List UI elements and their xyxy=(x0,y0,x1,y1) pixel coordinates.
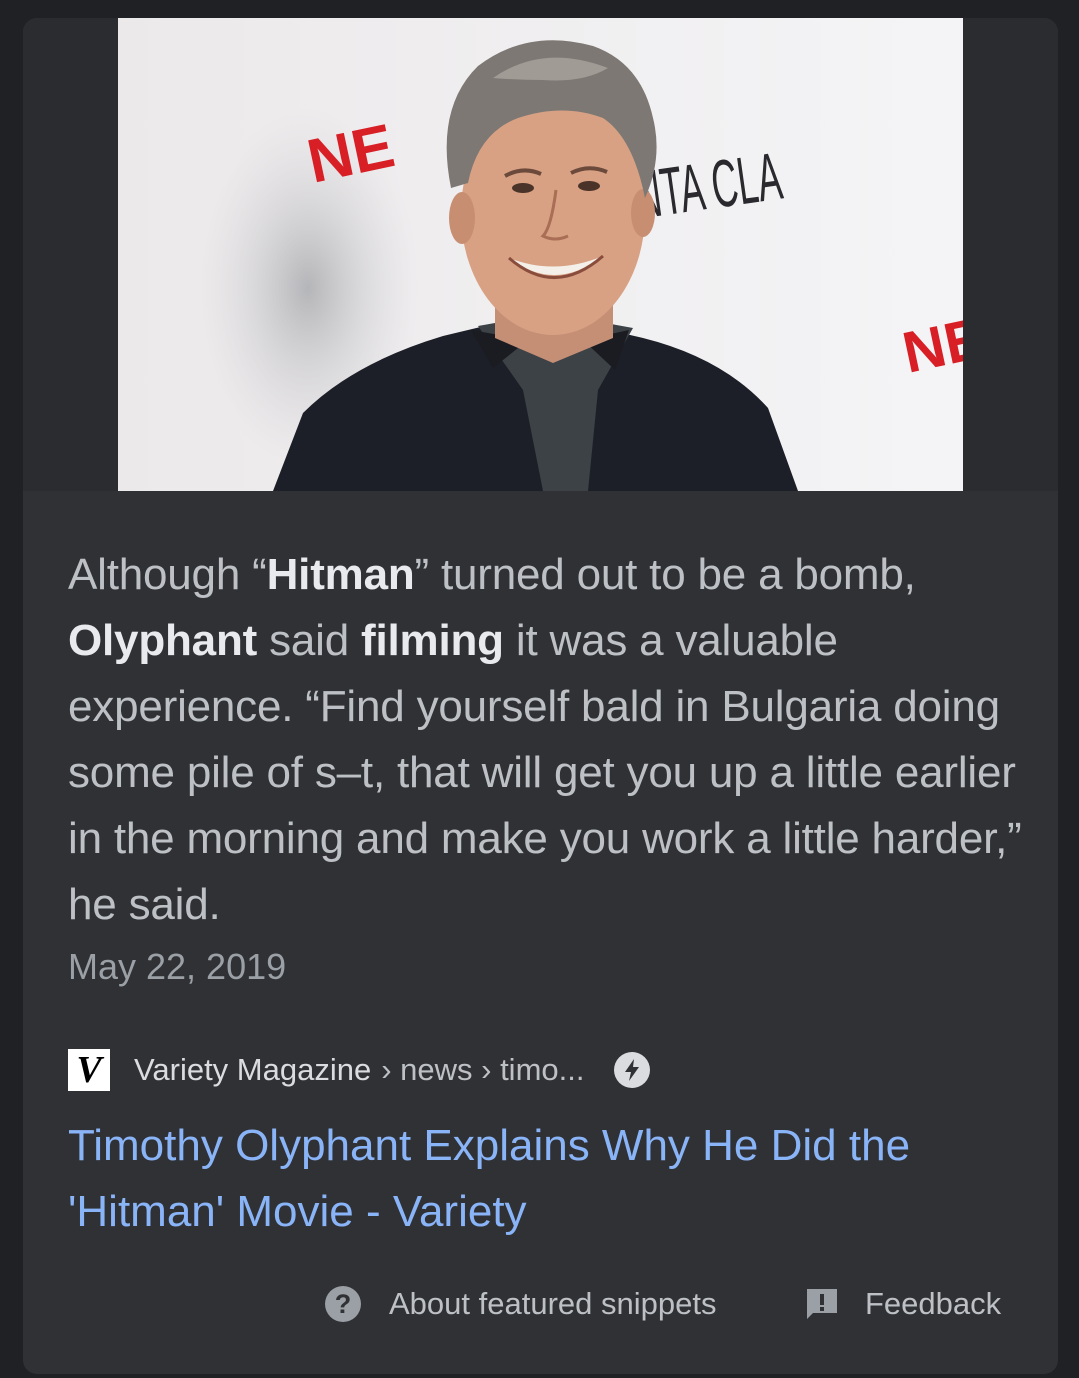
featured-photo[interactable]: NE SANTA CLA NE SA xyxy=(23,18,1058,491)
about-featured-snippets-button[interactable]: ? About featured snippets xyxy=(325,1286,716,1322)
source-site-name[interactable]: Variety Magazine xyxy=(134,1052,371,1088)
variety-favicon-icon: V xyxy=(68,1049,110,1091)
about-featured-snippets-label: About featured snippets xyxy=(389,1286,717,1321)
feedback-button[interactable]: Feedback xyxy=(805,1286,1001,1322)
snippet-highlight-hitman: Hitman xyxy=(266,550,415,599)
featured-snippet-card: NE SANTA CLA NE SA Although “Hitman” t xyxy=(23,18,1058,1374)
photo-illustration: NE SANTA CLA NE SA xyxy=(23,18,1058,491)
help-icon: ? xyxy=(325,1286,361,1322)
lightning-icon xyxy=(614,1052,651,1088)
snippet-text-part-1: Although “ xyxy=(68,550,267,599)
feedback-label: Feedback xyxy=(865,1286,1002,1321)
snippet-text-part-2: ” turned out to be a bomb, xyxy=(414,550,916,599)
source-citation[interactable]: V Variety Magazine › news › timo... xyxy=(68,1048,651,1092)
snippet-highlight-olyphant: Olyphant xyxy=(68,616,258,665)
snippet-text-part-3: said xyxy=(257,616,362,665)
feedback-icon xyxy=(807,1289,837,1319)
snippet-date: May 22, 2019 xyxy=(68,946,287,987)
result-title-link[interactable]: Timothy Olyphant Explains Why He Did the… xyxy=(68,1113,1028,1245)
snippet-footer: ? About featured snippets Feedback xyxy=(23,1286,1058,1330)
snippet-text: Although “Hitman” turned out to be a bom… xyxy=(68,542,1023,938)
source-breadcrumb[interactable]: › news › timo... xyxy=(381,1052,584,1088)
snippet-highlight-filming: filming xyxy=(361,616,504,665)
